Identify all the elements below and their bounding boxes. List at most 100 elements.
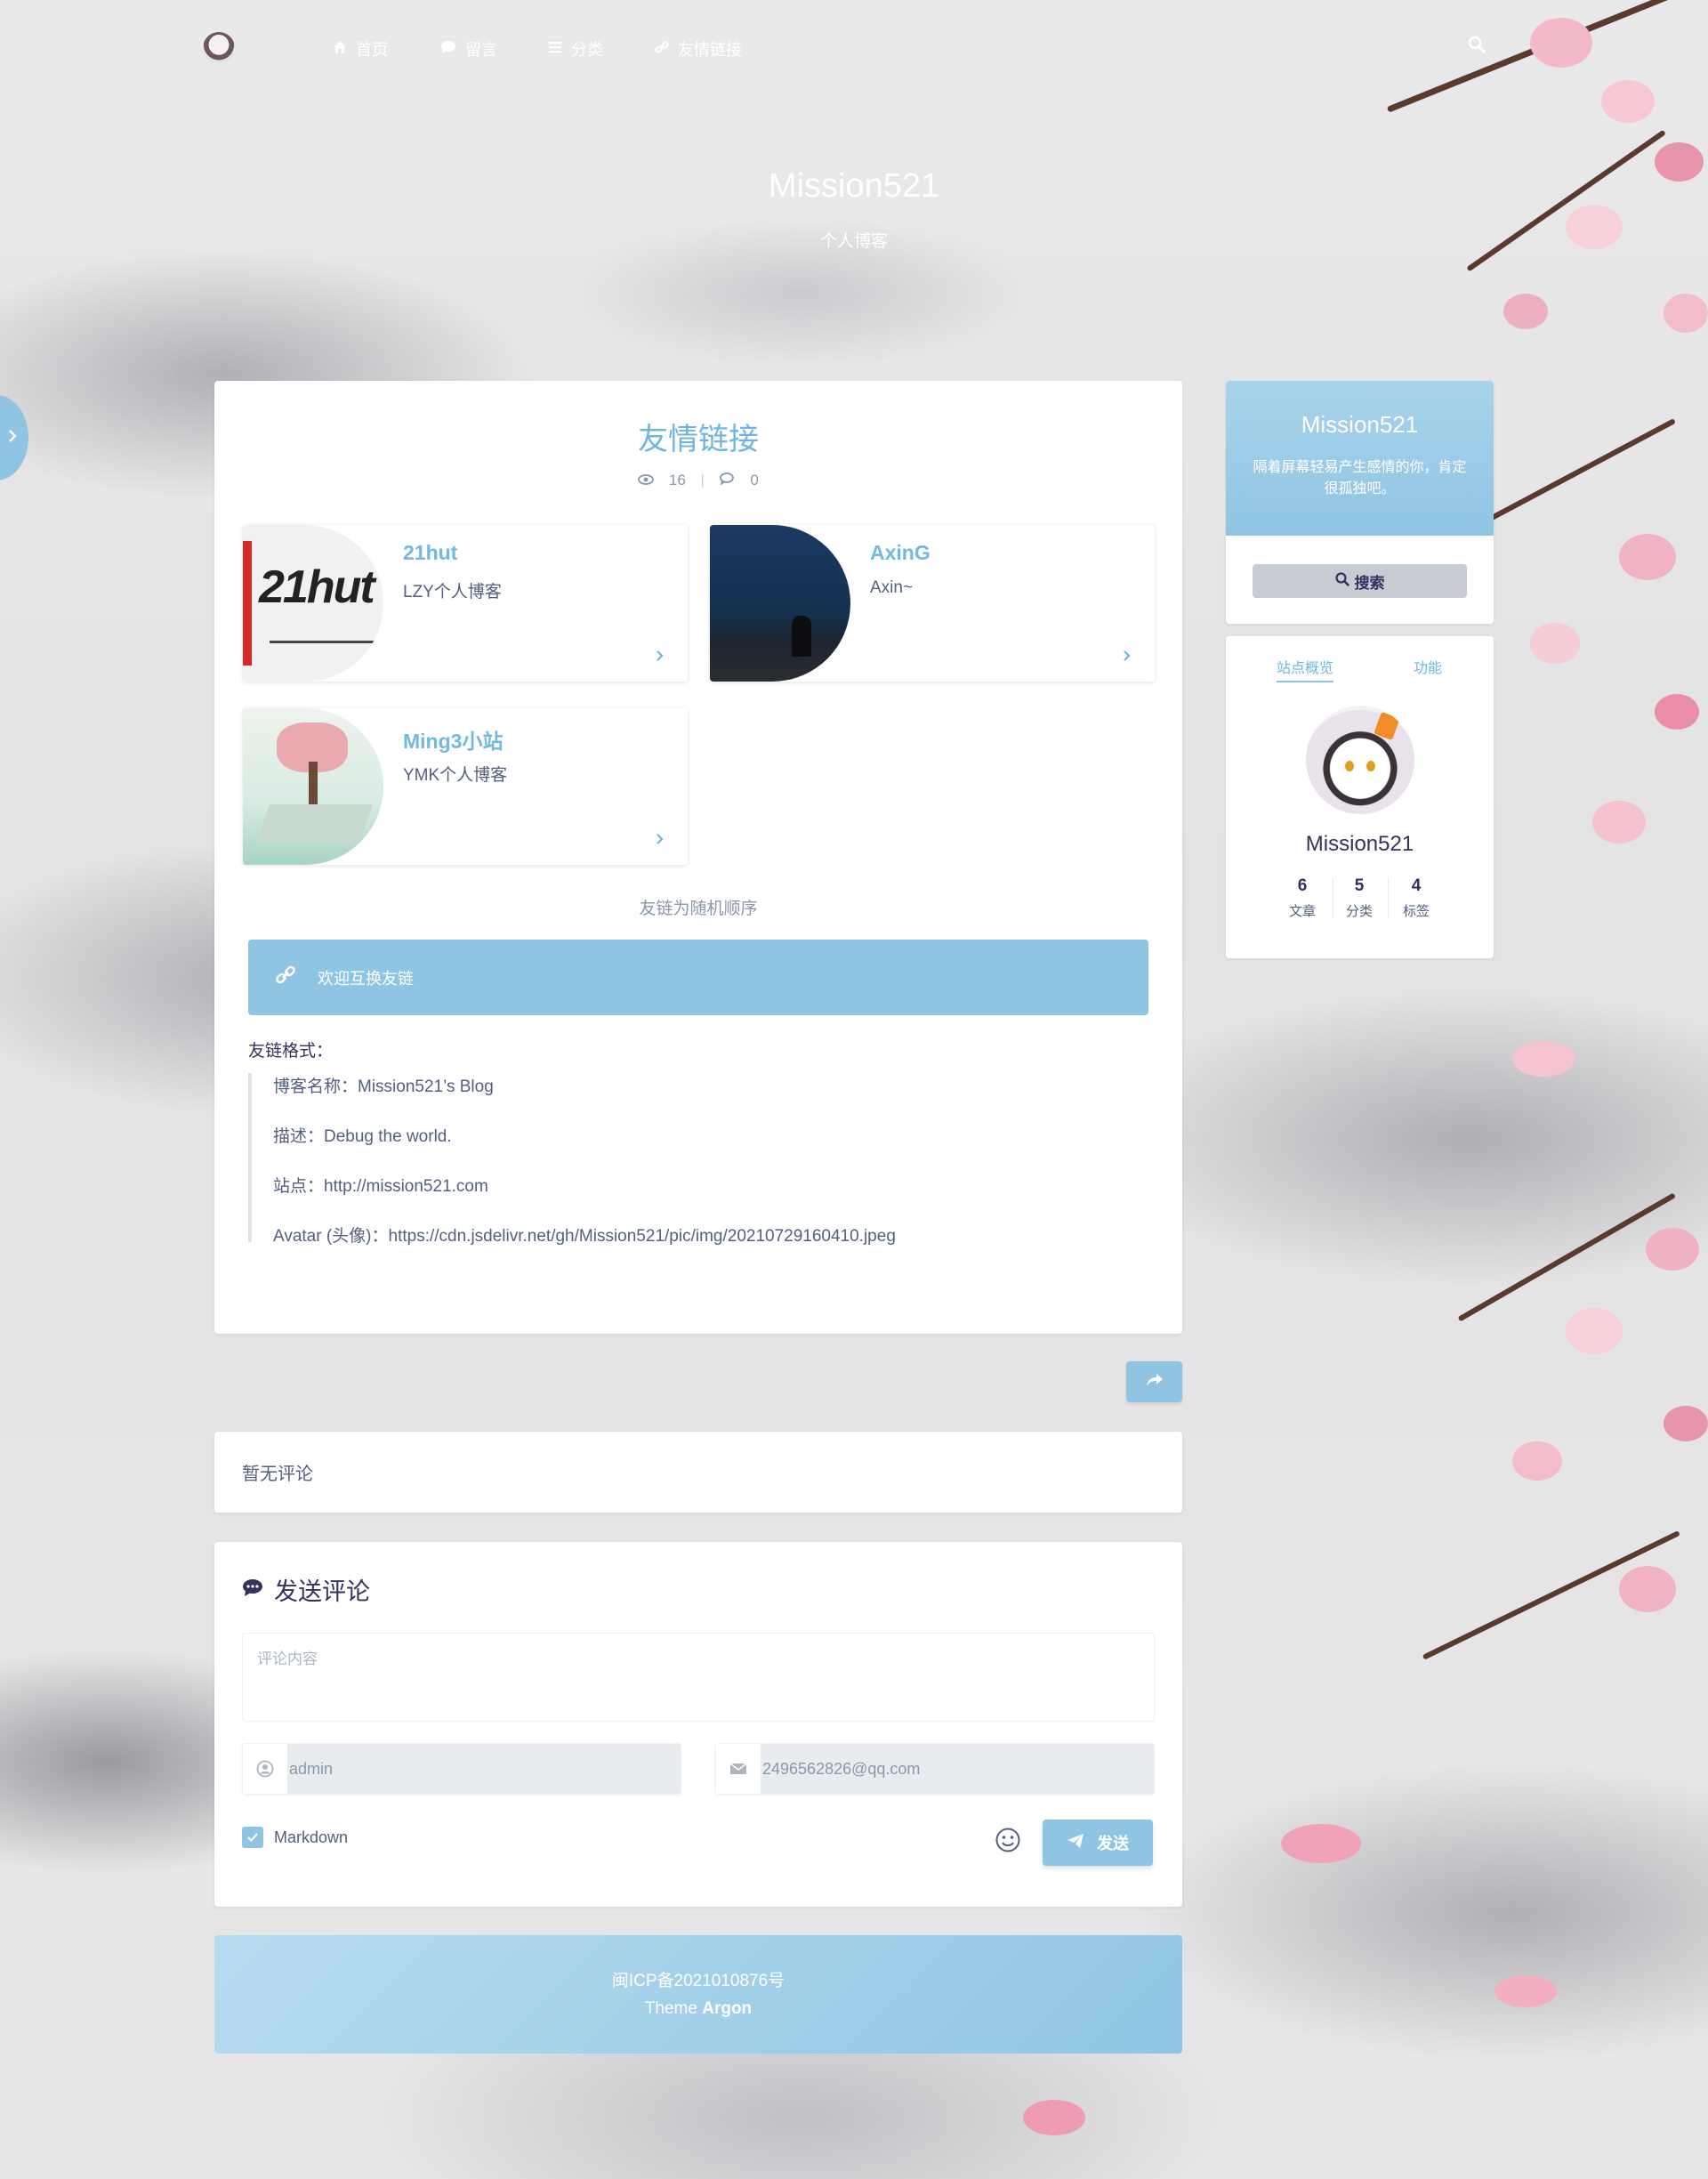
site-footer: 闽ICP备2021010876号 Theme Argon bbox=[214, 1935, 1182, 2054]
avatar-tree-trunk bbox=[309, 762, 318, 806]
exchange-links-alert: 欢迎互换友链 bbox=[248, 940, 1148, 1015]
avatar-tree-base bbox=[254, 804, 374, 843]
friend-link-name: Ming3小站 bbox=[403, 730, 504, 753]
nav-friend-links[interactable]: 友情链接 bbox=[655, 37, 742, 61]
stat-tags-value: 4 bbox=[1411, 876, 1422, 895]
stat-tags[interactable]: 4 标签 bbox=[1390, 876, 1443, 920]
comment-form-card: 发送评论 评论内容 admin 2496562826@qq.com Markdo… bbox=[214, 1542, 1182, 1907]
avatar-figure bbox=[792, 616, 811, 657]
email-field[interactable]: 2496562826@qq.com bbox=[715, 1743, 1155, 1795]
friend-link-card[interactable]: 21hut 21hut LZY个人博客 bbox=[243, 525, 688, 682]
friend-link-avatar: 21hut bbox=[243, 525, 383, 682]
friend-link-desc: YMK个人博客 bbox=[403, 766, 508, 785]
nav-friend-links-label: 友情链接 bbox=[678, 41, 742, 59]
friend-link-desc: LZY个人博客 bbox=[403, 583, 502, 601]
icp-record-link[interactable]: 闽ICP备2021010876号 bbox=[214, 1967, 1182, 1991]
format-line-site: 站点：http://mission521.com bbox=[273, 1177, 488, 1196]
avatar-eye-right bbox=[1366, 761, 1375, 771]
list-icon bbox=[548, 40, 562, 59]
comments-icon bbox=[719, 472, 740, 488]
site-logo[interactable] bbox=[203, 32, 235, 64]
profile-name: Mission521 bbox=[1301, 411, 1419, 438]
avatar-caption-line bbox=[270, 641, 376, 643]
emoji-icon[interactable] bbox=[995, 1827, 1021, 1853]
chevron-right-icon bbox=[1121, 650, 1133, 662]
comments-bubble-icon bbox=[242, 1576, 263, 1603]
author-name: Mission521 bbox=[1305, 832, 1414, 856]
format-line-desc: 描述：Debug the world. bbox=[273, 1127, 452, 1146]
stat-posts-label: 文章 bbox=[1288, 904, 1316, 919]
markdown-label: Markdown bbox=[274, 1828, 349, 1846]
nav-home-label: 首页 bbox=[356, 41, 388, 59]
envelope-icon bbox=[716, 1744, 761, 1794]
page-title: 友情链接 bbox=[638, 423, 759, 456]
stat-categories[interactable]: 5 分类 bbox=[1333, 876, 1386, 920]
banner-subtitle: 个人博客 bbox=[819, 232, 888, 251]
sidebar-search-button[interactable]: 搜索 bbox=[1253, 564, 1467, 598]
top-navbar: 首页 留言 分类 友情链接 bbox=[0, 0, 1708, 94]
stat-posts[interactable]: 6 文章 bbox=[1276, 876, 1329, 920]
friend-link-name: AxinG bbox=[870, 541, 931, 564]
chevron-right-icon bbox=[7, 429, 18, 448]
friend-link-avatar bbox=[710, 525, 850, 682]
search-icon[interactable] bbox=[1468, 36, 1486, 53]
meta-divider: | bbox=[700, 472, 705, 488]
nav-home[interactable]: 首页 bbox=[333, 37, 388, 61]
chevron-right-icon bbox=[654, 833, 666, 845]
sidebar-profile-card: Mission521 隔着屏幕轻易产生感情的你，肯定很孤独吧。 搜索 bbox=[1226, 381, 1494, 624]
format-line-avatar: Avatar (头像)：https://cdn.jsdelivr.net/gh/… bbox=[273, 1227, 896, 1246]
nav-guestbook-label: 留言 bbox=[465, 41, 497, 59]
profile-header: Mission521 隔着屏幕轻易产生感情的你，肯定很孤独吧。 bbox=[1226, 381, 1494, 536]
friend-link-desc: Axin~ bbox=[870, 578, 914, 597]
markdown-option[interactable]: Markdown bbox=[242, 1827, 348, 1848]
friend-link-card[interactable]: Ming3小站 YMK个人博客 bbox=[243, 708, 688, 865]
comment-count: 0 bbox=[750, 472, 759, 488]
share-icon bbox=[1146, 1373, 1164, 1392]
friend-links-article: 友情链接 16 | 0 21hut 21hut LZY个人博客 AxinG Ax… bbox=[214, 381, 1182, 1334]
comment-content-textarea[interactable]: 评论内容 bbox=[242, 1633, 1155, 1722]
home-icon bbox=[333, 40, 347, 59]
eye-icon bbox=[638, 472, 658, 488]
name-field[interactable]: admin bbox=[242, 1743, 681, 1795]
link-icon bbox=[275, 964, 296, 990]
comment-content-placeholder: 评论内容 bbox=[257, 1650, 318, 1667]
nav-categories[interactable]: 分类 bbox=[548, 37, 603, 61]
theme-credit: Theme Argon bbox=[214, 1999, 1182, 2019]
send-button[interactable]: 发送 bbox=[1043, 1820, 1153, 1866]
stat-categories-label: 分类 bbox=[1345, 904, 1373, 919]
nav-guestbook[interactable]: 留言 bbox=[440, 37, 497, 61]
stat-divider bbox=[1388, 878, 1389, 919]
tab-site-overview[interactable]: 站点概览 bbox=[1277, 656, 1334, 682]
tab-functions[interactable]: 功能 bbox=[1414, 656, 1442, 677]
email-input[interactable]: 2496562826@qq.com bbox=[761, 1744, 1154, 1794]
search-icon bbox=[1334, 571, 1349, 591]
view-count: 16 bbox=[668, 472, 686, 488]
format-label: 友链格式： bbox=[248, 1042, 334, 1061]
no-comments-card: 暂无评论 bbox=[214, 1432, 1182, 1513]
friend-link-avatar bbox=[243, 708, 383, 865]
stat-posts-value: 6 bbox=[1297, 876, 1308, 895]
share-button[interactable] bbox=[1126, 1361, 1182, 1402]
comment-icon bbox=[440, 40, 456, 59]
avatar-hair-accent bbox=[1374, 712, 1400, 740]
theme-name-link[interactable]: Argon bbox=[702, 1999, 752, 2018]
sidebar-toggle-button[interactable] bbox=[0, 395, 28, 480]
avatar-eye-left bbox=[1345, 761, 1354, 771]
link-icon bbox=[655, 40, 669, 59]
comment-form-title: 发送评论 bbox=[242, 1572, 370, 1607]
article-meta: 16 | 0 bbox=[214, 472, 1182, 489]
format-line-name: 博客名称：Mission521’s Blog bbox=[273, 1077, 494, 1096]
no-comments-text: 暂无评论 bbox=[242, 1465, 313, 1484]
user-icon bbox=[243, 1744, 287, 1794]
send-label: 发送 bbox=[1097, 1835, 1129, 1852]
banner-title: Mission521 bbox=[768, 167, 940, 205]
profile-quote: 隔着屏幕轻易产生感情的你，肯定很孤独吧。 bbox=[1253, 460, 1467, 496]
friend-link-card[interactable]: AxinG Axin~ bbox=[710, 525, 1155, 682]
chevron-right-icon bbox=[654, 650, 666, 662]
markdown-checkbox[interactable] bbox=[242, 1827, 263, 1848]
avatar-wordmark: 21hut bbox=[259, 561, 375, 613]
name-input[interactable]: admin bbox=[287, 1744, 681, 1794]
author-avatar bbox=[1306, 706, 1414, 814]
paper-plane-icon bbox=[1067, 1833, 1084, 1853]
stat-tags-label: 标签 bbox=[1402, 904, 1430, 919]
